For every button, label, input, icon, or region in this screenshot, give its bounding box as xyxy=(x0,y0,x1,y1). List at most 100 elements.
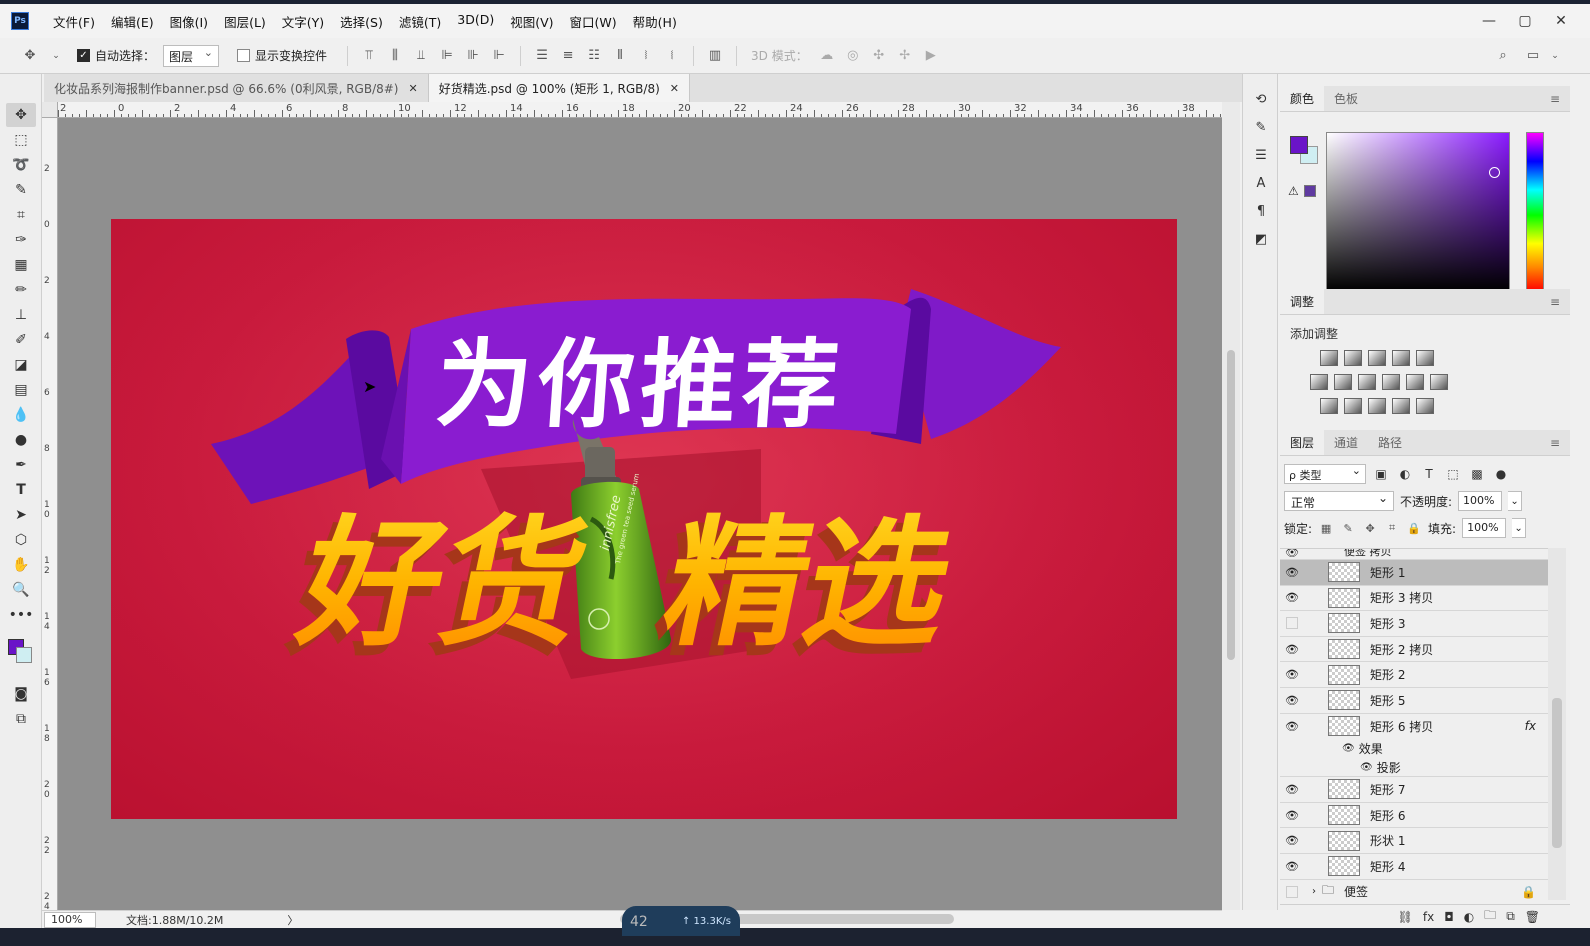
align-left-icon[interactable]: ⊫ xyxy=(437,46,457,66)
menu-edit[interactable]: 编辑(E) xyxy=(103,12,162,31)
brush-tool-icon[interactable]: ✏ xyxy=(6,278,36,302)
curves-icon[interactable] xyxy=(1368,350,1386,366)
chevron-down-icon[interactable]: ⌄ xyxy=(1508,491,1523,511)
distribute-top-icon[interactable]: ☰ xyxy=(532,46,552,66)
color-picker-handle[interactable] xyxy=(1489,167,1500,178)
layer-row[interactable]: 矩形 3 xyxy=(1280,611,1548,637)
history-brush-tool-icon[interactable]: ✐ xyxy=(6,328,36,352)
lock-position-icon[interactable]: ✥ xyxy=(1362,522,1378,535)
auto-select-checkbox[interactable]: ✓ xyxy=(77,49,90,62)
exposure-icon[interactable] xyxy=(1392,350,1410,366)
layer-row[interactable]: 👁 矩形 6 xyxy=(1280,803,1548,829)
new-layer-icon[interactable]: ⧉ xyxy=(1506,909,1515,924)
path-select-tool-icon[interactable]: ➤ xyxy=(6,503,36,527)
stamp-tool-icon[interactable]: ⊥ xyxy=(6,303,36,327)
auto-select-target-select[interactable]: 图层 xyxy=(163,44,220,67)
document-canvas[interactable]: 为你推荐 好货 精选 好货 精选 innisfree The green tea… xyxy=(111,219,1177,819)
link-layers-icon[interactable]: ⛓ xyxy=(1398,910,1413,924)
menu-help[interactable]: 帮助(H) xyxy=(625,12,685,31)
tab-document-1[interactable]: 化妆品系列海报制作banner.psd @ 66.6% (0利风景, RGB/8… xyxy=(44,74,429,102)
tab-swatches[interactable]: 色板 xyxy=(1324,86,1368,111)
effect-item-row[interactable]: 👁 投影 xyxy=(1280,758,1548,778)
layer-group-row[interactable]: › 🗀 便签 🔒 xyxy=(1280,880,1548,900)
ruler-origin[interactable] xyxy=(42,102,58,118)
tab-paths[interactable]: 路径 xyxy=(1368,430,1412,455)
hue-slider[interactable] xyxy=(1526,132,1544,292)
tab-adjustments[interactable]: 调整 xyxy=(1280,289,1325,314)
layer-row[interactable]: 👁 矩形 1 xyxy=(1280,560,1548,586)
distribute-bottom-icon[interactable]: ☷ xyxy=(584,46,604,66)
distribute-vcenter-icon[interactable]: ≡ xyxy=(558,46,578,66)
gradient-tool-icon[interactable]: ▤ xyxy=(6,378,36,402)
eye-icon[interactable]: 👁 xyxy=(1280,860,1304,873)
eye-icon[interactable]: 👁 xyxy=(1280,809,1304,822)
selective-color-icon[interactable] xyxy=(1392,398,1410,414)
invert-icon[interactable] xyxy=(1320,398,1338,414)
layer-group-top[interactable]: 👁 便签 拷贝 xyxy=(1280,549,1548,560)
dodge-tool-icon[interactable]: ● xyxy=(6,428,36,452)
layer-row[interactable]: 👁 矩形 2 xyxy=(1280,662,1548,688)
hue-saturation-icon[interactable] xyxy=(1310,374,1328,390)
quick-select-tool-icon[interactable]: ✎ xyxy=(6,178,36,202)
show-transform-checkbox[interactable] xyxy=(237,49,251,62)
menu-type[interactable]: 文字(Y) xyxy=(274,12,332,31)
visibility-toggle[interactable] xyxy=(1286,617,1298,630)
tab-layers[interactable]: 图层 xyxy=(1280,430,1325,455)
fx-icon[interactable]: fx xyxy=(1423,910,1434,924)
close-icon[interactable]: ✕ xyxy=(409,82,418,95)
lock-pixels-icon[interactable]: ✎ xyxy=(1340,522,1356,535)
menu-image[interactable]: 图像(I) xyxy=(162,12,216,31)
chevron-down-icon[interactable]: ⌄ xyxy=(46,46,66,66)
new-group-icon[interactable]: 🗀 xyxy=(1484,906,1496,927)
visibility-toggle[interactable] xyxy=(1286,885,1298,898)
panel-menu-icon[interactable]: ≡ xyxy=(1550,295,1560,309)
menu-filter[interactable]: 滤镜(T) xyxy=(391,12,449,31)
eye-icon[interactable]: 👁 xyxy=(1280,566,1304,579)
workspace-icon[interactable]: ▭ xyxy=(1523,46,1543,66)
character-icon[interactable]: A xyxy=(1248,172,1274,194)
foreground-color-swatch[interactable] xyxy=(1290,136,1308,154)
photo-filter-icon[interactable] xyxy=(1382,374,1400,390)
close-icon[interactable]: ✕ xyxy=(670,82,679,95)
add-mask-icon[interactable]: ◘ xyxy=(1444,910,1454,924)
levels-icon[interactable] xyxy=(1344,350,1362,366)
panel-menu-icon[interactable]: ≡ xyxy=(1550,92,1560,106)
blend-mode-select[interactable]: 正常 xyxy=(1284,491,1394,511)
eye-icon[interactable]: 👁 xyxy=(1342,743,1355,754)
eye-icon[interactable]: 👁 xyxy=(1360,762,1373,773)
hand-tool-icon[interactable]: ✋ xyxy=(6,553,36,577)
color-picker-field[interactable] xyxy=(1326,132,1510,292)
channel-mixer-icon[interactable] xyxy=(1406,374,1424,390)
fill-field[interactable]: 100% xyxy=(1462,518,1507,538)
distribute-right-icon[interactable]: ⧙ xyxy=(662,46,682,66)
vertical-scrollbar[interactable] xyxy=(1222,102,1240,910)
layer-row[interactable]: 👁 形状 1 xyxy=(1280,828,1548,854)
eyedropper-tool-icon[interactable]: ✑ xyxy=(6,228,36,252)
distribute-hcenter-icon[interactable]: ⧘ xyxy=(636,46,656,66)
menu-layer[interactable]: 图层(L) xyxy=(216,12,274,31)
slide-3d-icon[interactable]: ✢ xyxy=(895,46,915,66)
brightness-icon[interactable] xyxy=(1320,350,1338,366)
scroll-thumb[interactable] xyxy=(1552,698,1562,848)
eye-icon[interactable]: 👁 xyxy=(1280,643,1304,656)
effects-row[interactable]: 👁 效果 xyxy=(1280,739,1548,758)
zoom-tool-icon[interactable]: 🔍 xyxy=(6,578,36,602)
lasso-tool-icon[interactable]: ➰ xyxy=(6,153,36,177)
gamut-swatch[interactable] xyxy=(1304,185,1316,197)
layer-row[interactable]: 👁 矩形 2 拷贝 xyxy=(1280,637,1548,663)
align-top-icon[interactable]: ⫪ xyxy=(359,46,379,66)
crop-tool-icon[interactable]: ⌗ xyxy=(6,203,36,227)
pan-3d-icon[interactable]: ✣ xyxy=(869,46,889,66)
eraser-tool-icon[interactable]: ◪ xyxy=(6,353,36,377)
blur-tool-icon[interactable]: 💧 xyxy=(6,403,36,427)
layer-row[interactable]: 👁 矩形 6 拷贝 fx xyxy=(1280,714,1548,740)
layer-kind-select[interactable]: ρ 类型 xyxy=(1284,464,1366,484)
roll-3d-icon[interactable]: ◎ xyxy=(843,46,863,66)
color-lookup-icon[interactable] xyxy=(1430,374,1448,390)
lock-artboard-icon[interactable]: ⌗ xyxy=(1384,521,1400,535)
vibrance-icon[interactable] xyxy=(1416,350,1434,366)
status-menu-arrow[interactable]: 〉 xyxy=(287,912,298,928)
move-tool-icon[interactable]: ✥ xyxy=(6,103,36,127)
chevron-right-icon[interactable]: › xyxy=(1312,886,1316,897)
tab-channels[interactable]: 通道 xyxy=(1324,430,1368,455)
